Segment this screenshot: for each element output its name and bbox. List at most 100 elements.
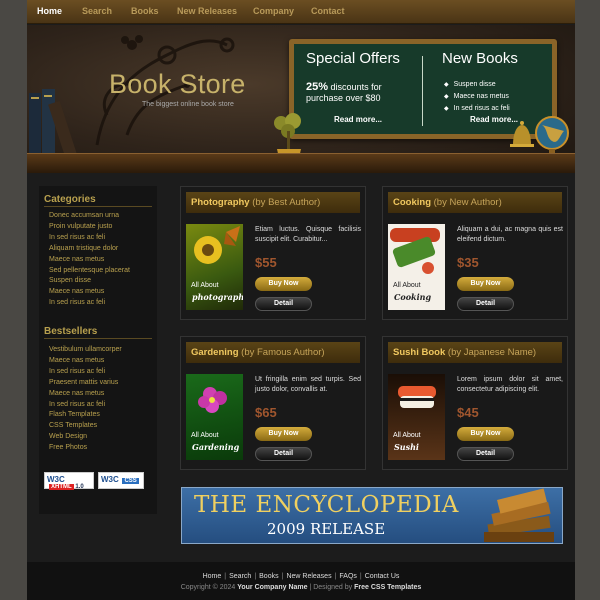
bestseller-link[interactable]: In sed risus ac feli (49, 367, 122, 378)
copyright: Copyright © 2024 Your Company Name | Des… (180, 584, 422, 591)
new-books-title: New Books (442, 50, 518, 67)
bestseller-link[interactable]: Maece nas metus (49, 356, 122, 367)
categories-title: Categories (44, 194, 96, 205)
detail-button[interactable]: Detail (255, 447, 312, 461)
separator: | (224, 573, 227, 580)
nav-home[interactable]: Home (37, 6, 62, 16)
site-title: Book Store (109, 69, 246, 99)
bestsellers-title: Bestsellers (44, 326, 98, 337)
category-link[interactable]: In sed risus ac feli (49, 298, 130, 309)
css-valid-badge[interactable]: W3C CSS (98, 472, 144, 489)
category-link[interactable]: In sed risus ac feli (49, 233, 130, 244)
book-cover-photography[interactable]: All About photography (186, 224, 243, 310)
buy-now-button[interactable]: Buy Now (457, 277, 514, 291)
bestseller-link[interactable]: Praesent mattis varius (49, 378, 122, 389)
bestseller-link[interactable]: Free Photos (49, 443, 122, 454)
categories-list: Donec accumsan urna Proin vulputate just… (49, 211, 130, 309)
book-price: $35 (457, 255, 479, 270)
nav-books[interactable]: Books (131, 6, 159, 16)
nav-contact[interactable]: Contact (311, 6, 345, 16)
book-price: $65 (255, 405, 277, 420)
category-link[interactable]: Suspen disse (49, 276, 130, 287)
category-link[interactable]: Aliquam tristique dolor (49, 244, 130, 255)
book-card-photography: Photography (by Best Author) All About p… (180, 186, 366, 320)
footer-link-books[interactable]: Books (259, 573, 278, 580)
book-card-title: Gardening (by Famous Author) (186, 342, 360, 363)
bestseller-link[interactable]: Vestibulum ullamcorper (49, 345, 122, 356)
bestseller-link[interactable]: Maece nas metus (49, 389, 122, 400)
category-link[interactable]: Donec accumsan urna (49, 211, 130, 222)
flower-icon (198, 387, 227, 413)
nav-new-releases[interactable]: New Releases (177, 6, 237, 16)
bestseller-link[interactable]: Web Design (49, 432, 122, 443)
nav-search[interactable]: Search (82, 6, 112, 16)
book-cover-sushi[interactable]: All About Sushi (388, 374, 445, 460)
new-book-item[interactable]: Suspen disse (444, 79, 510, 91)
offer-percent: 25% (306, 81, 329, 93)
footer-link-new-releases[interactable]: New Releases (286, 573, 331, 580)
page: Home Search Books New Releases Company C… (27, 0, 575, 600)
detail-button[interactable]: Detail (255, 297, 312, 311)
bestseller-link[interactable]: Flash Templates (49, 410, 122, 421)
new-books-list: Suspen disse Maece nas metus In sed risu… (444, 79, 510, 115)
special-offer-text: 25% discounts for purchase over $80 (306, 82, 416, 104)
sushi-icon (398, 386, 436, 408)
encyclopedia-banner[interactable]: THE ENCYCLOPEDIA 2009 RELEASE (181, 487, 563, 544)
book-description: Lorem ipsum dolor sit amet, consectetur … (457, 376, 563, 393)
header-banner: Book Store The biggest online book store… (27, 25, 575, 173)
category-link[interactable]: Sed pellentesque placerat (49, 266, 130, 277)
separator: | (254, 573, 257, 580)
board-divider (422, 56, 423, 126)
sidebar: Categories Donec accumsan urna Proin vul… (39, 186, 157, 514)
book-card-title: Photography (by Best Author) (186, 192, 360, 213)
footer-link-search[interactable]: Search (229, 573, 251, 580)
detail-button[interactable]: Detail (457, 297, 514, 311)
top-nav: Home Search Books New Releases Company C… (27, 0, 575, 24)
book-cover-gardening[interactable]: All About Gardening (186, 374, 243, 460)
new-book-item[interactable]: Maece nas metus (444, 91, 510, 103)
book-card-gardening: Gardening (by Famous Author) All About G… (180, 336, 366, 470)
footer-link-faqs[interactable]: FAQs (339, 573, 357, 580)
buy-now-button[interactable]: Buy Now (255, 277, 312, 291)
book-description: Aliquam a dui, ac magna quis est eleifen… (457, 226, 563, 243)
category-link[interactable]: Maece nas metus (49, 255, 130, 266)
separator: | (281, 573, 284, 580)
footer-link-home[interactable]: Home (203, 573, 222, 580)
nav-company[interactable]: Company (253, 6, 294, 16)
book-stack-icon (484, 488, 554, 542)
book-description: Etiam luctus. Quisque facilisis suscipit… (255, 226, 361, 243)
book-cover-cooking[interactable]: All About Cooking (388, 224, 445, 310)
book-card-title: Cooking (by New Author) (388, 192, 562, 213)
buy-now-button[interactable]: Buy Now (255, 427, 312, 441)
bestsellers-list: Vestibulum ullamcorper Maece nas metus I… (49, 345, 122, 454)
category-link[interactable]: Maece nas metus (49, 287, 130, 298)
shelf (27, 153, 575, 173)
book-price: $55 (255, 255, 277, 270)
divider (44, 338, 152, 339)
special-offers-title: Special Offers (306, 50, 400, 67)
offers-read-more-link[interactable]: Read more... (334, 115, 382, 124)
food-icon (390, 228, 440, 274)
bestseller-link[interactable]: In sed risus ac feli (49, 400, 122, 411)
bestseller-link[interactable]: CSS Templates (49, 421, 122, 432)
detail-button[interactable]: Detail (457, 447, 514, 461)
flower-butterfly-icon (194, 226, 240, 264)
footer-link-contact-us[interactable]: Contact Us (365, 573, 400, 580)
new-book-item[interactable]: In sed risus ac feli (444, 103, 510, 115)
separator: | (334, 573, 337, 580)
category-link[interactable]: Proin vulputate justo (49, 222, 130, 233)
book-price: $45 (457, 405, 479, 420)
xhtml-valid-badge[interactable]: W3C XHTML 1.0 (44, 472, 94, 490)
site-tagline: The biggest online book store (142, 101, 234, 108)
company-name: Your Company Name (237, 584, 308, 591)
book-card-title: Sushi Book (by Japanese Name) (388, 342, 562, 363)
banner-subtitle: 2009 RELEASE (267, 520, 386, 538)
banner-title: THE ENCYCLOPEDIA (194, 492, 459, 518)
designer-link[interactable]: Free CSS Templates (354, 584, 421, 591)
book-card-cooking: Cooking (by New Author) All About Cookin… (382, 186, 568, 320)
footer-links: Home | Search | Books | New Releases | FAQs | Cont… (27, 573, 575, 580)
footer: Home | Search | Books | New Releases | FAQs | Cont… (27, 562, 575, 600)
buy-now-button[interactable]: Buy Now (457, 427, 514, 441)
separator: | (359, 573, 362, 580)
book-description: Ut fringilla enim sed turpis. Sed justo … (255, 376, 361, 393)
